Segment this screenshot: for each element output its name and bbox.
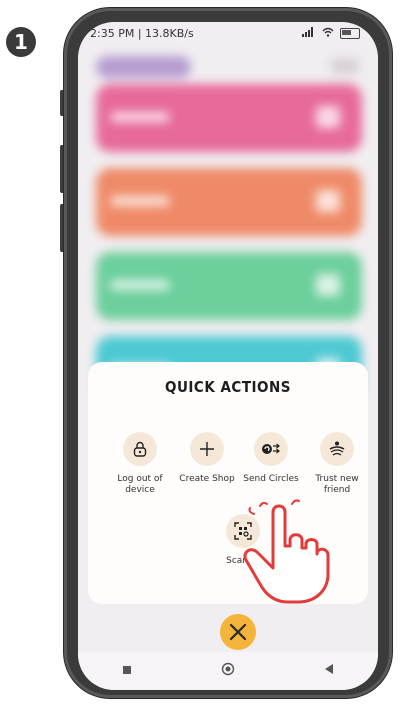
send-circles-action[interactable]: Send Circles	[236, 432, 306, 485]
wifi-icon	[322, 27, 334, 40]
close-icon	[229, 623, 247, 641]
tap-hand-pointer-icon	[243, 499, 330, 604]
lock-icon	[123, 432, 157, 466]
close-quick-actions-button[interactable]	[220, 614, 256, 650]
trust-friend-action[interactable]: Trust new friend	[302, 432, 372, 496]
back-triangle-icon[interactable]	[324, 662, 334, 680]
log-out-label: Log out of device	[117, 474, 163, 495]
create-shop-action[interactable]: Create Shop	[172, 432, 242, 485]
quick-actions-title: QUICK ACTIONS	[164, 378, 292, 396]
plus-icon	[190, 432, 224, 466]
home-card	[96, 168, 362, 236]
step-number-badge: 1	[6, 27, 36, 57]
status-time: 2:35 PM | 13.8KB/s	[90, 26, 194, 40]
signal-icon	[302, 26, 316, 40]
trust-icon	[320, 432, 354, 466]
send-circles-label: Send Circles	[243, 474, 299, 484]
battery-icon	[340, 27, 360, 39]
home-card	[96, 84, 362, 152]
recents-square-icon[interactable]	[122, 662, 132, 680]
status-bar: 2:35 PM | 13.8KB/s	[78, 22, 378, 44]
home-circle-icon[interactable]	[221, 662, 235, 681]
android-nav-bar	[78, 652, 378, 690]
send-circles-icon	[254, 432, 288, 466]
create-shop-label: Create Shop	[179, 474, 235, 484]
log-out-action[interactable]: Log out of device	[105, 432, 175, 496]
header-action	[330, 58, 360, 74]
trust-friend-label: Trust new friend	[315, 474, 359, 495]
header-pill	[96, 56, 191, 78]
home-card	[96, 252, 362, 320]
